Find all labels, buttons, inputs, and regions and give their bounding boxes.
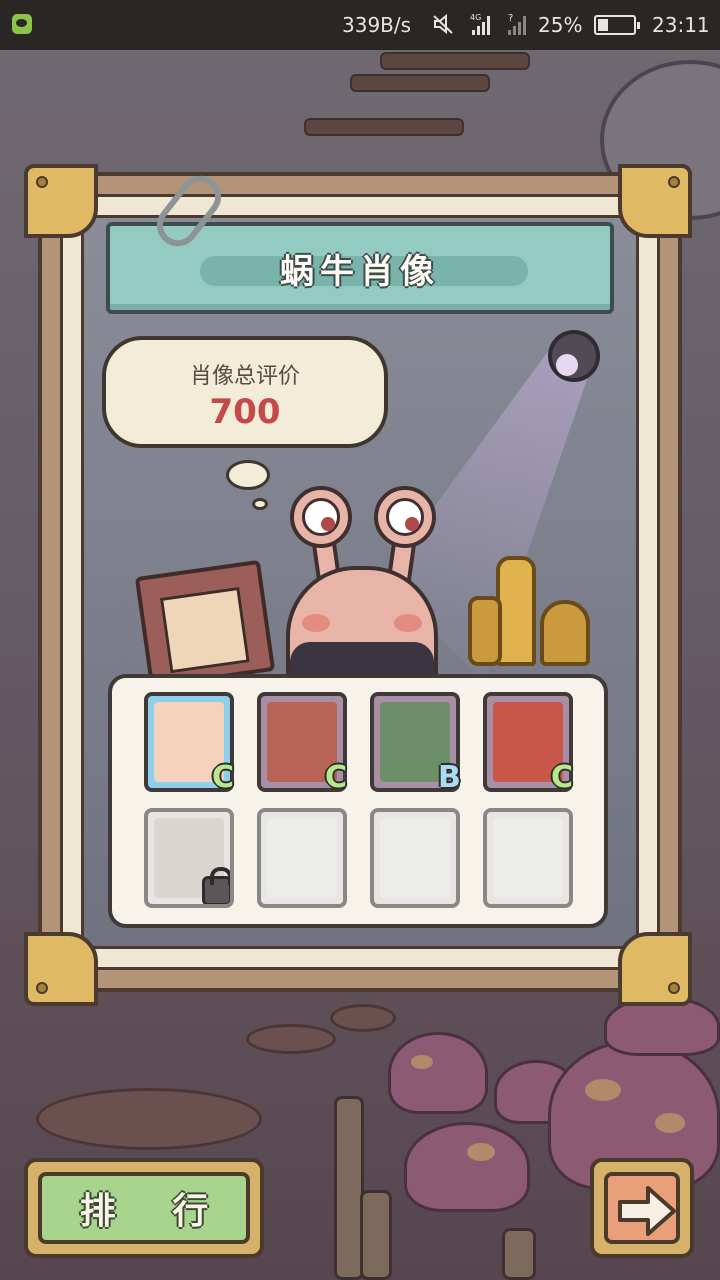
svg-text:?: ? <box>508 13 513 24</box>
signal-icon: 4G <box>470 13 490 35</box>
portrait-grade-badge: C <box>551 760 574 795</box>
rating-bubble: 肖像总评价 700 <box>102 336 388 448</box>
next-button[interactable] <box>590 1158 694 1258</box>
background-plank <box>304 118 464 136</box>
thought-dot <box>252 498 268 510</box>
snail-eye <box>374 486 436 548</box>
thought-dot <box>226 460 270 490</box>
background-rock <box>330 1004 396 1032</box>
rating-value: 700 <box>209 392 281 432</box>
background-plank <box>380 52 530 70</box>
background-rock <box>246 1024 336 1054</box>
battery-percent: 25% <box>538 13 583 37</box>
ranking-button-label: 排 行 <box>38 1172 250 1244</box>
spotlight-icon <box>548 330 600 382</box>
arrow-right-icon <box>618 1186 676 1236</box>
portrait-art <box>380 818 450 898</box>
trophy-statue-icon <box>496 556 536 666</box>
ranking-button[interactable]: 排 行 <box>24 1158 264 1258</box>
next-button-face <box>604 1172 680 1244</box>
background-post <box>502 1228 536 1280</box>
locked-portrait-card[interactable] <box>370 808 460 908</box>
status-bar: 339B/s 4G ? 25% 23:11 <box>0 0 720 50</box>
portrait-album-icon <box>134 559 276 689</box>
wechat-icon <box>12 14 32 34</box>
lock-icon <box>202 867 230 904</box>
portrait-grade-badge: C <box>325 760 348 795</box>
portrait-art <box>267 818 337 898</box>
battery-icon <box>594 15 640 35</box>
background-plank <box>350 74 490 92</box>
mute-icon <box>433 13 453 35</box>
portrait-grade-badge: B <box>438 760 461 795</box>
frame-corner <box>618 932 692 1006</box>
locked-portrait-card[interactable] <box>144 808 234 908</box>
trophy-statue-icon <box>540 600 590 666</box>
frame-corner <box>24 164 98 238</box>
rating-label: 肖像总评价 <box>189 364 300 389</box>
portrait-art <box>493 818 563 898</box>
portrait-grade-badge: C <box>212 760 235 795</box>
signal-icon: ? <box>508 13 526 35</box>
background-post <box>360 1190 392 1280</box>
locked-portrait-card[interactable] <box>483 808 573 908</box>
locked-portrait-card[interactable] <box>257 808 347 908</box>
background-mushroom <box>388 1032 488 1114</box>
snail-eye <box>290 486 352 548</box>
trophy-statue-icon <box>468 596 502 666</box>
frame-corner <box>24 932 98 1006</box>
network-speed: 339B/s <box>342 13 412 37</box>
background-rock <box>36 1088 262 1150</box>
network-type-label: 4G <box>470 13 481 22</box>
clock-time: 23:11 <box>652 13 710 37</box>
frame-corner <box>618 164 692 238</box>
background-mushroom <box>404 1122 530 1212</box>
